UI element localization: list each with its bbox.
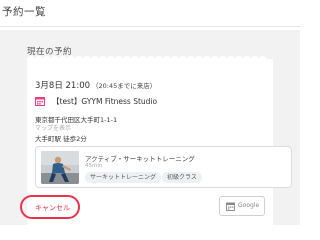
calendar-icon: [226, 202, 235, 211]
page-title: 予約一覧: [2, 6, 46, 18]
program-duration: 45min: [85, 163, 103, 169]
studio-name: 【test】GYYM Fitness Studio: [52, 97, 158, 106]
header-divider: [0, 26, 300, 27]
nearest-station: 大手町駅 徒歩2分: [35, 135, 87, 143]
reservation-datetime: 3月8日 21:00 （20:45までに来店）: [35, 79, 156, 91]
program-tag: 初級クラス: [162, 172, 202, 183]
program-card[interactable]: アクティブ・サーキットトレーニング 45min サーキットトレーニング 初級クラ…: [35, 146, 292, 188]
add-to-google-calendar-button[interactable]: Google: [219, 196, 265, 216]
calendar-icon: [35, 97, 45, 106]
reservation-date: 3月8日 21:00: [35, 81, 91, 91]
google-label: Google: [238, 202, 260, 209]
cancel-button[interactable]: キャンセル: [35, 203, 70, 213]
program-tag: サーキットトレーニング: [85, 172, 162, 183]
arrival-deadline: （20:45までに来店）: [92, 82, 157, 90]
program-thumbnail: [41, 151, 79, 184]
program-name: アクティブ・サーキットトレーニング: [85, 155, 195, 163]
show-map-link[interactable]: マップを表示: [35, 123, 71, 132]
